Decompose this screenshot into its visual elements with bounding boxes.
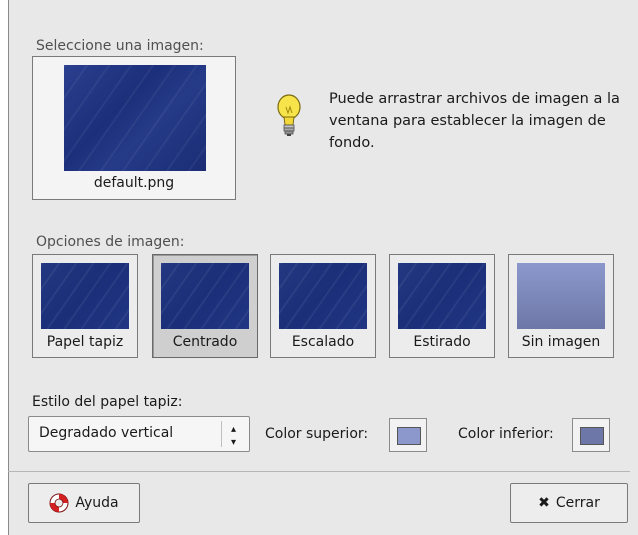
separator xyxy=(8,471,630,472)
color-bottom-label: Color inferior: xyxy=(458,426,554,442)
lifebuoy-icon xyxy=(49,493,69,513)
image-options-label: Opciones de imagen: xyxy=(36,234,185,250)
wallpaper-style-value: Degradado vertical xyxy=(39,425,174,441)
image-preview-button[interactable]: default.png xyxy=(32,56,236,200)
chevron-down-icon[interactable]: ▴ ▾ xyxy=(221,421,245,448)
option-scaled[interactable]: Escalado xyxy=(270,254,376,358)
option-wallpaper-thumb xyxy=(41,263,129,329)
color-bottom-button[interactable] xyxy=(572,418,610,452)
color-top-swatch xyxy=(397,427,421,445)
option-centered[interactable]: Centrado xyxy=(152,254,258,358)
color-bottom-swatch xyxy=(580,427,604,445)
option-stretched[interactable]: Estirado xyxy=(389,254,495,358)
close-button[interactable]: ✖ Cerrar xyxy=(510,483,628,523)
help-button-label: Ayuda xyxy=(75,495,119,511)
wallpaper-style-combo[interactable]: Degradado vertical ▴ ▾ xyxy=(28,416,250,452)
help-button[interactable]: Ayuda xyxy=(28,483,140,523)
option-stretched-label: Estirado xyxy=(413,334,471,350)
option-centered-thumb xyxy=(161,263,249,329)
option-no-image-label: Sin imagen xyxy=(521,334,601,350)
option-scaled-label: Escalado xyxy=(291,334,355,350)
preview-thumbnail xyxy=(64,65,206,171)
color-top-button[interactable] xyxy=(389,418,427,452)
option-no-image-thumb xyxy=(517,263,605,329)
option-no-image[interactable]: Sin imagen xyxy=(508,254,614,358)
option-stretched-thumb xyxy=(398,263,486,329)
close-button-label: Cerrar xyxy=(555,495,600,511)
close-icon: ✖ xyxy=(538,495,550,511)
lightbulb-icon xyxy=(277,94,301,136)
option-wallpaper[interactable]: Papel tapiz xyxy=(32,254,138,358)
window-edge xyxy=(0,0,9,535)
hint-text: Puede arrastrar archivos de imagen a la … xyxy=(329,91,620,151)
option-scaled-thumb xyxy=(279,263,367,329)
option-wallpaper-label: Papel tapiz xyxy=(46,334,124,350)
select-image-label: Seleccione una imagen: xyxy=(36,38,204,54)
preview-filename: default.png xyxy=(93,175,175,191)
option-centered-label: Centrado xyxy=(172,334,238,350)
wallpaper-style-label: Estilo del papel tapiz: xyxy=(32,394,183,410)
color-top-label: Color superior: xyxy=(265,426,369,442)
